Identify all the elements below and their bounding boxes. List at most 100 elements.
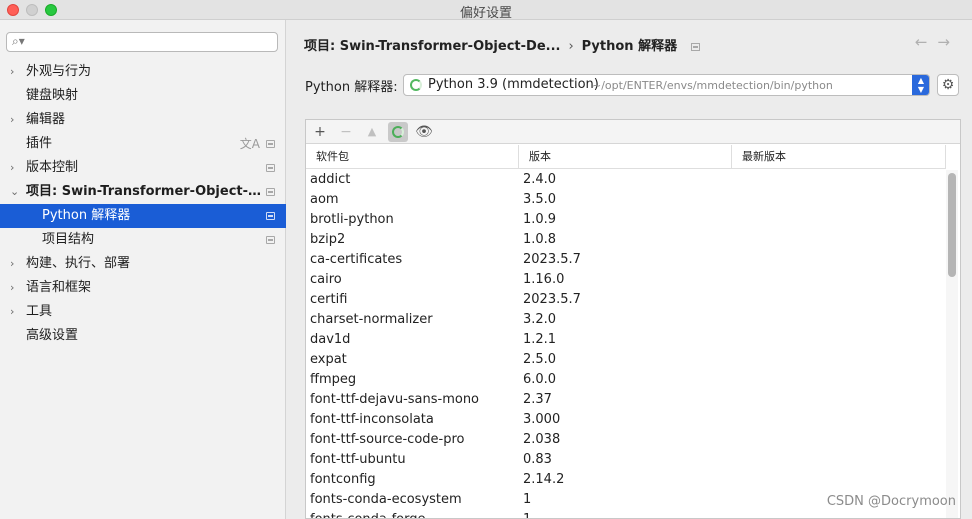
package-name: fonts-conda-ecosystem <box>310 492 462 507</box>
chevron-down-icon[interactable]: ⌄ <box>10 180 20 204</box>
sidebar-item-label: 构建、执行、部署 <box>26 256 131 271</box>
translate-icon: 文A <box>239 137 260 151</box>
table-row[interactable]: expat 2.5.0 <box>306 350 944 370</box>
table-row[interactable]: font-ttf-ubuntu 0.83 <box>306 450 944 470</box>
package-name: certifi <box>310 292 348 307</box>
table-row[interactable]: brotli-python 1.0.9 <box>306 210 944 230</box>
sidebar-item-label: 键盘映射 <box>26 88 79 103</box>
table-row[interactable]: font-ttf-source-code-pro 2.038 <box>306 430 944 450</box>
package-name: cairo <box>310 272 342 287</box>
sidebar-item-label: 外观与行为 <box>26 64 92 79</box>
package-toolbar: + − ▲ 👁 <box>306 120 960 144</box>
upgrade-arrow-icon[interactable]: ▲ <box>362 122 382 142</box>
chevron-right-icon[interactable]: › <box>10 156 20 180</box>
scrollbar-thumb[interactable] <box>948 173 956 277</box>
table-row[interactable]: ffmpeg 6.0.0 <box>306 370 944 390</box>
chevron-right-icon[interactable]: › <box>10 276 20 300</box>
sidebar-item-project[interactable]: ⌄ 项目: Swin-Transformer-Object-De... <box>0 180 286 204</box>
search-icon: ⌕▾ <box>12 34 25 48</box>
chevron-right-icon[interactable]: › <box>10 60 20 84</box>
package-version: 1.0.9 <box>523 212 557 227</box>
package-name: bzip2 <box>310 232 346 247</box>
table-row[interactable]: font-ttf-dejavu-sans-mono 2.37 <box>306 390 944 410</box>
sidebar-item-label: 插件 <box>26 136 53 151</box>
sidebar-item-label: 编辑器 <box>26 112 66 127</box>
table-row[interactable]: fonts-conda-forge 1 <box>306 510 944 518</box>
breadcrumb-project: 项目: Swin-Transformer-Object-De... <box>304 39 561 54</box>
package-name: font-ttf-inconsolata <box>310 412 434 427</box>
package-name: ca-certificates <box>310 252 403 267</box>
sidebar-item-label: 项目结构 <box>42 232 95 247</box>
sidebar-item-tools[interactable]: › 工具 <box>0 300 286 324</box>
package-list: addict 2.4.0 aom 3.5.0 brotli-python 1.0.9 … <box>306 170 944 518</box>
interpreter-name: Python 3.9 (mmdetection) <box>428 77 599 92</box>
package-version: 2.37 <box>523 392 552 407</box>
table-row[interactable]: bzip2 1.0.8 <box>306 230 944 250</box>
back-arrow-icon[interactable]: ← <box>915 33 938 51</box>
sidebar-item-label: 版本控制 <box>26 160 79 175</box>
sidebar-item-label: 高级设置 <box>26 328 79 343</box>
project-scope-icon <box>266 164 275 172</box>
table-row[interactable]: fontconfig 2.14.2 <box>306 470 944 490</box>
table-row[interactable]: dav1d 1.2.1 <box>306 330 944 350</box>
project-scope-icon <box>691 42 701 51</box>
package-name: brotli-python <box>310 212 394 227</box>
sidebar-item-editor[interactable]: › 编辑器 <box>0 108 286 132</box>
breadcrumb: 项目: Swin-Transformer-Object-De... › Python… <box>304 35 701 54</box>
sidebar-item-project-structure[interactable]: 项目结构 <box>0 228 286 252</box>
table-row[interactable]: charset-normalizer 3.2.0 <box>306 310 944 330</box>
package-version: 1.0.8 <box>523 232 557 247</box>
package-version: 2.4.0 <box>523 172 557 187</box>
sidebar-item-python-interpreter[interactable]: Python 解释器 <box>0 204 286 228</box>
package-table: + − ▲ 👁 软件包 版本 最新版本 addict 2.4.0 aom 3.5.0… <box>305 119 961 519</box>
gear-icon[interactable]: ⚙ <box>937 74 959 96</box>
package-version: 1 <box>523 492 532 507</box>
package-name: expat <box>310 352 347 367</box>
table-row[interactable]: font-ttf-inconsolata 3.000 <box>306 410 944 430</box>
sidebar-item-build[interactable]: › 构建、执行、部署 <box>0 252 286 276</box>
package-version: 2.5.0 <box>523 352 557 367</box>
sidebar-item-keymap[interactable]: 键盘映射 <box>0 84 286 108</box>
sidebar-item-appearance[interactable]: › 外观与行为 <box>0 60 286 84</box>
chevron-up-down-icon[interactable]: ▲ ▼ <box>912 75 929 95</box>
sidebar-item-label: 语言和框架 <box>26 280 92 295</box>
vertical-scrollbar[interactable] <box>946 170 958 518</box>
interpreter-path: ~/opt/ENTER/envs/mmdetection/bin/python <box>592 79 833 92</box>
title-bar: 偏好设置 <box>0 0 972 21</box>
minus-icon[interactable]: − <box>336 122 356 142</box>
sidebar-item-label: Python 解释器 <box>42 208 131 223</box>
column-header-latest-version[interactable]: 最新版本 <box>732 145 946 169</box>
package-version: 6.0.0 <box>523 372 557 387</box>
eye-icon[interactable]: 👁 <box>414 122 434 142</box>
settings-search[interactable]: ⌕▾ <box>6 32 278 52</box>
package-name: dav1d <box>310 332 351 347</box>
interpreter-row: Python 解释器: Python 3.9 (mmdetection) ~/o… <box>305 74 960 96</box>
plus-icon[interactable]: + <box>310 122 330 142</box>
sidebar-item-plugins[interactable]: 插件 文A <box>0 132 286 156</box>
breadcrumb-page: Python 解释器 <box>581 39 678 54</box>
sidebar-item-languages[interactable]: › 语言和框架 <box>0 276 286 300</box>
search-input[interactable] <box>31 34 271 50</box>
table-row[interactable]: ca-certificates 2023.5.7 <box>306 250 944 270</box>
chevron-right-icon[interactable]: › <box>10 300 20 324</box>
package-name: font-ttf-ubuntu <box>310 452 406 467</box>
package-version: 1 <box>523 510 531 518</box>
table-row[interactable]: aom 3.5.0 <box>306 190 944 210</box>
chevron-right-icon[interactable]: › <box>10 108 20 132</box>
sidebar-item-advanced[interactable]: 高级设置 <box>0 324 286 348</box>
project-scope-icon <box>266 212 275 220</box>
refresh-spinner-icon[interactable] <box>388 122 408 142</box>
sidebar-item-label: 工具 <box>26 304 53 319</box>
interpreter-select[interactable]: Python 3.9 (mmdetection) ~/opt/ENTER/env… <box>403 74 930 96</box>
table-row[interactable]: certifi 2023.5.7 <box>306 290 944 310</box>
table-row[interactable]: cairo 1.16.0 <box>306 270 944 290</box>
sidebar-item-version-control[interactable]: › 版本控制 <box>0 156 286 180</box>
column-header-version[interactable]: 版本 <box>519 145 732 169</box>
forward-arrow-icon[interactable]: → <box>937 33 960 51</box>
chevron-right-icon[interactable]: › <box>10 252 20 276</box>
loading-spinner-icon <box>410 79 422 91</box>
settings-tree: › 外观与行为 键盘映射 › 编辑器 插件 文A › 版本控制 ⌄ 项目: Sw… <box>0 60 286 348</box>
column-header-package[interactable]: 软件包 <box>306 145 519 169</box>
package-name: charset-normalizer <box>310 312 433 327</box>
table-row[interactable]: addict 2.4.0 <box>306 170 944 190</box>
